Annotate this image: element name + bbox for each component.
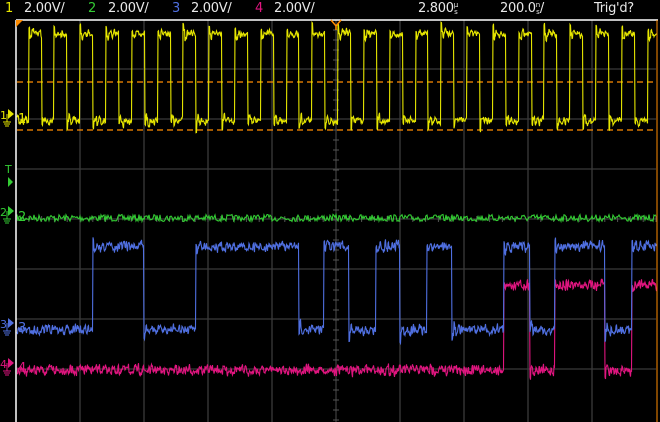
ch3-trace-label: 3 [18, 321, 27, 336]
arrow-right-icon [8, 318, 14, 328]
ch4-trace-label: 4 [18, 361, 27, 376]
ch2-trace-label: 2 [18, 210, 27, 225]
ch4-marker-number: 4 [0, 358, 7, 371]
ch1-trace-label: 1 [18, 112, 27, 127]
time-reference-icon [16, 20, 23, 27]
waveform-display[interactable]: 1 2 3 4 [0, 0, 660, 422]
arrow-right-icon [8, 206, 14, 216]
ch3-ground-marker[interactable]: 3 [0, 318, 14, 336]
ch1-marker-number: 1 [0, 109, 7, 122]
arrow-right-icon [8, 358, 14, 368]
arrow-right-icon [8, 109, 14, 119]
ch1-ground-marker[interactable]: 1 [0, 109, 14, 127]
trigger-level-icon[interactable] [8, 177, 13, 187]
ch4-waveform [16, 278, 658, 380]
trigger-level-label[interactable]: T [5, 163, 12, 176]
ch2-marker-number: 2 [0, 206, 7, 219]
ch3-marker-number: 3 [0, 318, 7, 331]
ch2-ground-marker[interactable]: 2 [0, 206, 14, 224]
waveforms [16, 20, 658, 380]
channel-markers[interactable]: 1 2 3 4 [0, 109, 14, 376]
ch4-ground-marker[interactable]: 4 [0, 358, 14, 376]
ch1-waveform [16, 20, 657, 134]
